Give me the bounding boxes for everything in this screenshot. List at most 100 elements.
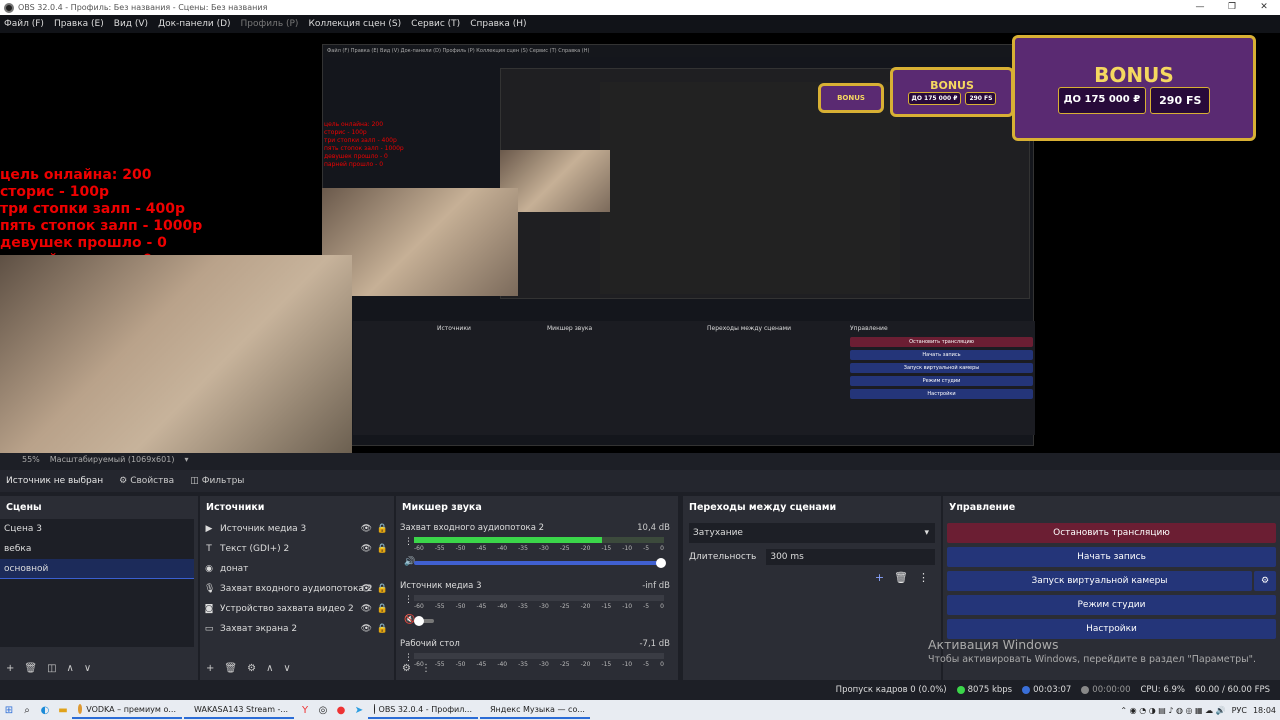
filters-button[interactable]: ◫ Фильтры [190, 476, 244, 486]
duration-input[interactable]: 300 ms [766, 549, 935, 565]
meter-fill [414, 537, 602, 543]
kebab-menu-icon[interactable]: ⋮ [404, 595, 413, 605]
eye-icon[interactable]: 👁 [361, 584, 372, 594]
duration-label: Длительность [689, 552, 757, 562]
arrow-up-icon[interactable]: ∧ [266, 663, 273, 674]
source-item[interactable]: 🎙 Захват входного аудиопотока 2 👁 🔒 [200, 579, 394, 599]
fps-readout: 60.00 / 60.00 FPS [1194, 685, 1270, 695]
menu-tools[interactable]: Сервис (T) [411, 19, 460, 29]
eye-icon[interactable]: 👁 [361, 544, 372, 554]
globe-icon: ◉ [205, 564, 213, 574]
zoom-level[interactable]: 55% [22, 455, 40, 464]
add-icon[interactable]: + [875, 571, 884, 584]
maximize-button[interactable]: ❐ [1216, 0, 1248, 15]
language-indicator[interactable]: РУС [1232, 706, 1247, 715]
folder-icon[interactable]: ▬ [54, 702, 72, 718]
steam-icon[interactable]: ◎ [314, 702, 332, 718]
no-source-label: Источник не выбран [6, 476, 104, 486]
yandex-icon[interactable]: Y [296, 702, 314, 718]
lock-icon[interactable]: 🔒 [377, 524, 388, 534]
close-button[interactable]: ✕ [1248, 0, 1280, 15]
clock[interactable]: 18:04 [1253, 706, 1276, 715]
settings-button[interactable]: Настройки [947, 619, 1276, 639]
trash-icon[interactable]: 🗑 [224, 663, 237, 674]
menu-scene-collection[interactable]: Коллекция сцен (S) [308, 19, 401, 29]
arrow-down-icon[interactable]: ∨ [84, 663, 91, 674]
taskbar-app[interactable]: WAKASA143 Stream -... [184, 701, 294, 719]
lock-icon[interactable]: 🔒 [377, 584, 388, 594]
audio-meter [414, 537, 664, 543]
studio-mode-button[interactable]: Режим студии [947, 595, 1276, 615]
lock-icon[interactable]: 🔒 [377, 544, 388, 554]
start-recording-button[interactable]: Начать запись [947, 547, 1276, 567]
arrow-down-icon[interactable]: ∨ [283, 663, 290, 674]
camera-icon: ◙ [204, 604, 214, 614]
chevron-down-icon[interactable]: ▾ [184, 455, 188, 464]
source-item[interactable]: ◙ Устройство захвата видео 2 👁 🔒 [200, 599, 394, 619]
taskbar-app[interactable]: Яндекс Музыка — со... [480, 701, 590, 719]
edge-icon[interactable]: ◐ [36, 702, 54, 718]
taskbar-app[interactable]: OBS 32.0.4 - Профил... [368, 701, 478, 719]
volume-slider[interactable] [414, 616, 434, 626]
menu-edit[interactable]: Правка (E) [54, 19, 104, 29]
volume-slider[interactable] [414, 558, 666, 568]
menu-help[interactable]: Справка (H) [470, 19, 526, 29]
menu-profile[interactable]: Профиль (P) [241, 19, 299, 29]
scene-item-selected[interactable]: основной [0, 559, 194, 579]
kebab-menu-icon[interactable]: ⋮ [404, 653, 413, 663]
app-icon[interactable]: ● [332, 702, 350, 718]
transition-select[interactable]: Затухание ▾ [689, 523, 935, 543]
source-toolbar: Источник не выбран ⚙ Свойства ◫ Фильтры [0, 470, 1280, 492]
sources-title: Источники [206, 502, 265, 513]
bonus-banner-medium: BONUS ДО 175 000 ₽ 290 FS [890, 67, 1014, 117]
arrow-up-icon[interactable]: ∧ [67, 663, 74, 674]
kebab-menu-icon[interactable]: ⋮ [918, 571, 929, 584]
filter-icon: ◫ [190, 476, 199, 486]
source-item[interactable]: ▭ Захват экрана 2 👁 🔒 [200, 619, 394, 639]
search-icon[interactable]: ⌕ [18, 702, 36, 718]
source-item[interactable]: T Текст (GDI+) 2 👁 🔒 [200, 539, 394, 559]
windows-activation-watermark: Активация Windows Чтобы активировать Win… [928, 637, 1257, 665]
chevron-down-icon: ▾ [924, 528, 929, 538]
minimize-button[interactable]: — [1184, 0, 1216, 15]
properties-button[interactable]: ⚙ Свойства [119, 476, 174, 486]
lock-icon[interactable]: 🔒 [377, 624, 388, 634]
text-icon: T [206, 544, 212, 554]
taskbar-app[interactable]: VODKA – премиум о... [72, 701, 182, 719]
gear-icon[interactable]: ⚙ [1254, 571, 1276, 591]
windows-start-icon[interactable]: ⊞ [0, 702, 18, 718]
eye-icon[interactable]: 👁 [361, 524, 372, 534]
kebab-menu-icon[interactable]: ⋮ [404, 537, 413, 547]
gear-icon[interactable]: ⚙ [402, 663, 411, 674]
filter-icon[interactable]: ◫ [47, 663, 56, 674]
stream-preview[interactable]: цель онлайна: 200 сторис - 100р три стоп… [0, 33, 1280, 453]
eye-icon[interactable]: 👁 [361, 624, 372, 634]
scene-item[interactable]: Сцена 3 [0, 519, 194, 539]
menu-file[interactable]: Файл (F) [4, 19, 44, 29]
eye-icon[interactable]: 👁 [361, 604, 372, 614]
add-icon[interactable]: + [206, 663, 214, 674]
lock-icon[interactable]: 🔒 [377, 604, 388, 614]
source-item[interactable]: ▶ Источник медиа 3 👁 🔒 [200, 519, 394, 539]
telegram-icon[interactable]: ➤ [350, 702, 368, 718]
virtual-camera-button[interactable]: Запуск виртуальной камеры [947, 571, 1252, 591]
tray-icons[interactable]: ⌃ ◉ ◔ ◑ ▤ ♪ ◍ ◎ ▦ ☁ 🔊 [1120, 706, 1225, 715]
trash-icon[interactable]: 🗑 [24, 663, 37, 674]
sources-dock: Источники ▶ Источник медиа 3 👁 🔒 T Текст (GD… [200, 496, 394, 680]
signal-icon [956, 685, 965, 694]
trash-icon[interactable]: 🗑 [894, 571, 908, 584]
source-item[interactable]: ◉ донат [200, 559, 394, 579]
scale-mode[interactable]: Масштабируемый (1069x601) [50, 455, 175, 464]
kebab-menu-icon[interactable]: ⋮ [421, 663, 431, 674]
gear-icon[interactable]: ⚙ [247, 663, 256, 674]
sources-toolbar: + 🗑 ⚙ ∧ ∨ [206, 663, 291, 674]
menu-view[interactable]: Вид (V) [114, 19, 148, 29]
recursive-preview-3 [600, 82, 900, 294]
transitions-dock: Переходы между сценами Затухание ▾ Длите… [683, 496, 941, 680]
controls-title: Управление [949, 502, 1016, 513]
recursive-menu: Файл (F) Правка (E) Вид (V) Док-панели (… [323, 45, 1033, 57]
stop-stream-button[interactable]: Остановить трансляцию [947, 523, 1276, 543]
scene-item[interactable]: вебка [0, 539, 194, 559]
menu-docks[interactable]: Док-панели (D) [158, 19, 230, 29]
add-icon[interactable]: + [6, 663, 14, 674]
